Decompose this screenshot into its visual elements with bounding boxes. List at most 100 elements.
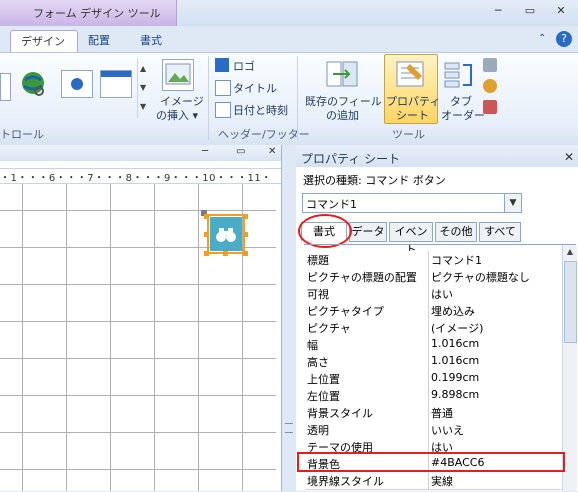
group-separator [208,56,209,140]
column-divider [428,472,429,489]
object-selector-value: コマンド1 [306,198,357,211]
resize-handle[interactable] [223,251,228,256]
datetime-icon[interactable] [215,102,231,118]
property-row[interactable]: 上位置 0.199cm [305,370,561,388]
property-row[interactable]: 幅 1.016cm [305,336,561,354]
hyperlink-icon[interactable] [20,70,48,98]
resize-handle[interactable] [243,251,248,256]
tab-order-label-2[interactable]: オーダー [441,107,485,123]
property-row[interactable]: ピクチャの標題の配置 ピクチャの標題なし [305,268,561,286]
close-button[interactable]: ✕ [552,4,570,18]
property-row[interactable]: ピクチャ (イメージ) [305,319,561,337]
add-existing-fields-icon[interactable] [325,59,359,91]
dropdown-arrow-icon[interactable]: ▼ [504,194,521,212]
property-name: ピクチャ [307,322,351,335]
logo-icon[interactable] [215,58,229,72]
restore-button[interactable]: ▭ [521,4,539,18]
property-row[interactable]: 背景スタイル 普通 [305,404,561,422]
resize-handle[interactable] [204,214,209,219]
property-row[interactable]: 可視 はい [305,285,561,303]
prop-tab-event[interactable]: イベント [389,222,433,256]
column-divider [428,387,429,404]
scroll-thumb[interactable] [564,261,577,343]
property-row[interactable]: 境界線スタイル 実線 [305,472,561,490]
insert-image-icon[interactable] [162,59,194,91]
object-selector[interactable]: コマンド1 ▼ [302,193,522,213]
property-name: 幅 [307,339,318,352]
property-value[interactable]: 1.016cm [431,337,559,350]
property-sheet-label-2[interactable]: シート [396,107,429,123]
context-title: フォーム デザイン ツール [33,7,161,20]
prop-tab-other[interactable]: その他 [435,222,477,242]
control-gallery-item-icon[interactable] [0,73,11,101]
property-row[interactable]: 標題 コマンド1 [305,251,561,269]
property-row[interactable]: 高さ 1.016cm [305,353,561,371]
convert-macros-icon[interactable] [483,100,497,114]
title-button[interactable]: タイトル [233,80,277,96]
property-value[interactable]: 9.898cm [431,388,559,401]
tab-format[interactable]: 書式 [130,30,172,52]
property-value[interactable]: (イメージ) [431,320,559,336]
property-name: 上位置 [307,373,340,386]
header-footer-group-label: ヘッダー/フッター [218,128,310,141]
minimize-button[interactable]: ─ [489,4,507,18]
command-button[interactable] [210,217,242,251]
image-control-icon[interactable] [61,70,93,98]
design-restore-icon[interactable]: ▭ [236,146,245,157]
property-row[interactable]: 左位置 9.898cm [305,387,561,405]
column-divider [428,353,429,370]
property-value[interactable]: コマンド1 [431,252,559,268]
datetime-button[interactable]: 日付と時刻 [233,102,288,118]
context-tab-header: フォーム デザイン ツール [0,0,177,26]
tab-order-icon[interactable] [443,59,475,91]
help-icon[interactable]: ? [556,31,572,47]
resize-handle[interactable] [243,214,248,219]
property-name: 左位置 [307,390,340,403]
property-sheet-close-icon[interactable]: ✕ [564,150,574,164]
property-value[interactable]: いいえ [431,422,559,438]
tab-arrange[interactable]: 配置 [78,30,120,52]
splitter-grip-icon[interactable] [285,423,293,433]
binoculars-icon [216,228,236,242]
column-divider [428,285,429,302]
property-name: 標題 [307,254,329,267]
add-existing-fields-label-2[interactable]: の追加 [326,107,359,123]
frame-control-icon[interactable] [100,70,132,98]
column-divider [428,370,429,387]
prop-tab-data[interactable]: データ [349,222,387,242]
column-divider [428,302,429,319]
pane-splitter[interactable] [282,145,296,491]
scroll-up-icon[interactable]: ▲ [563,247,577,256]
design-close-icon[interactable]: ✕ [268,146,276,157]
property-name: 透明 [307,424,329,437]
gallery-scroll[interactable]: ▲ ▼ ▼ [137,58,150,118]
property-row[interactable]: ピクチャタイプ 埋め込み [305,302,561,320]
insert-image-label-2[interactable]: の挿入 ▾ [156,107,198,123]
group-separator [297,56,298,140]
column-divider [428,336,429,353]
controls-group-label: トロール [0,128,44,141]
resize-handle[interactable] [204,232,209,237]
ruler-ticks: ・1・・・6・・・7・・・8・・・9・・・10・・・11・ [0,173,272,184]
property-value[interactable]: はい [431,286,559,302]
tab-design[interactable]: デザイン [10,30,78,53]
property-value[interactable]: ピクチャの標題なし [431,269,559,285]
resize-handle[interactable] [204,251,209,256]
property-value[interactable]: 実線 [431,473,559,489]
logo-button[interactable]: ロゴ [233,58,255,74]
property-row[interactable]: 透明 いいえ [305,421,561,439]
property-value[interactable]: 普通 [431,405,559,421]
property-value[interactable]: 0.199cm [431,371,559,384]
resize-handle[interactable] [243,232,248,237]
property-value[interactable]: 埋め込み [431,303,559,319]
prop-tab-all[interactable]: すべて [479,222,521,242]
property-value[interactable]: 1.016cm [431,354,559,367]
property-sheet-icon[interactable] [394,58,426,90]
title-icon[interactable] [215,80,231,96]
design-minimize-icon[interactable]: ─ [202,146,208,157]
column-divider [428,319,429,336]
subform-icon[interactable] [483,58,497,72]
view-code-icon[interactable] [483,79,497,93]
property-name: 高さ [307,356,329,369]
ribbon-collapse-icon[interactable]: ⌃ [538,33,550,45]
